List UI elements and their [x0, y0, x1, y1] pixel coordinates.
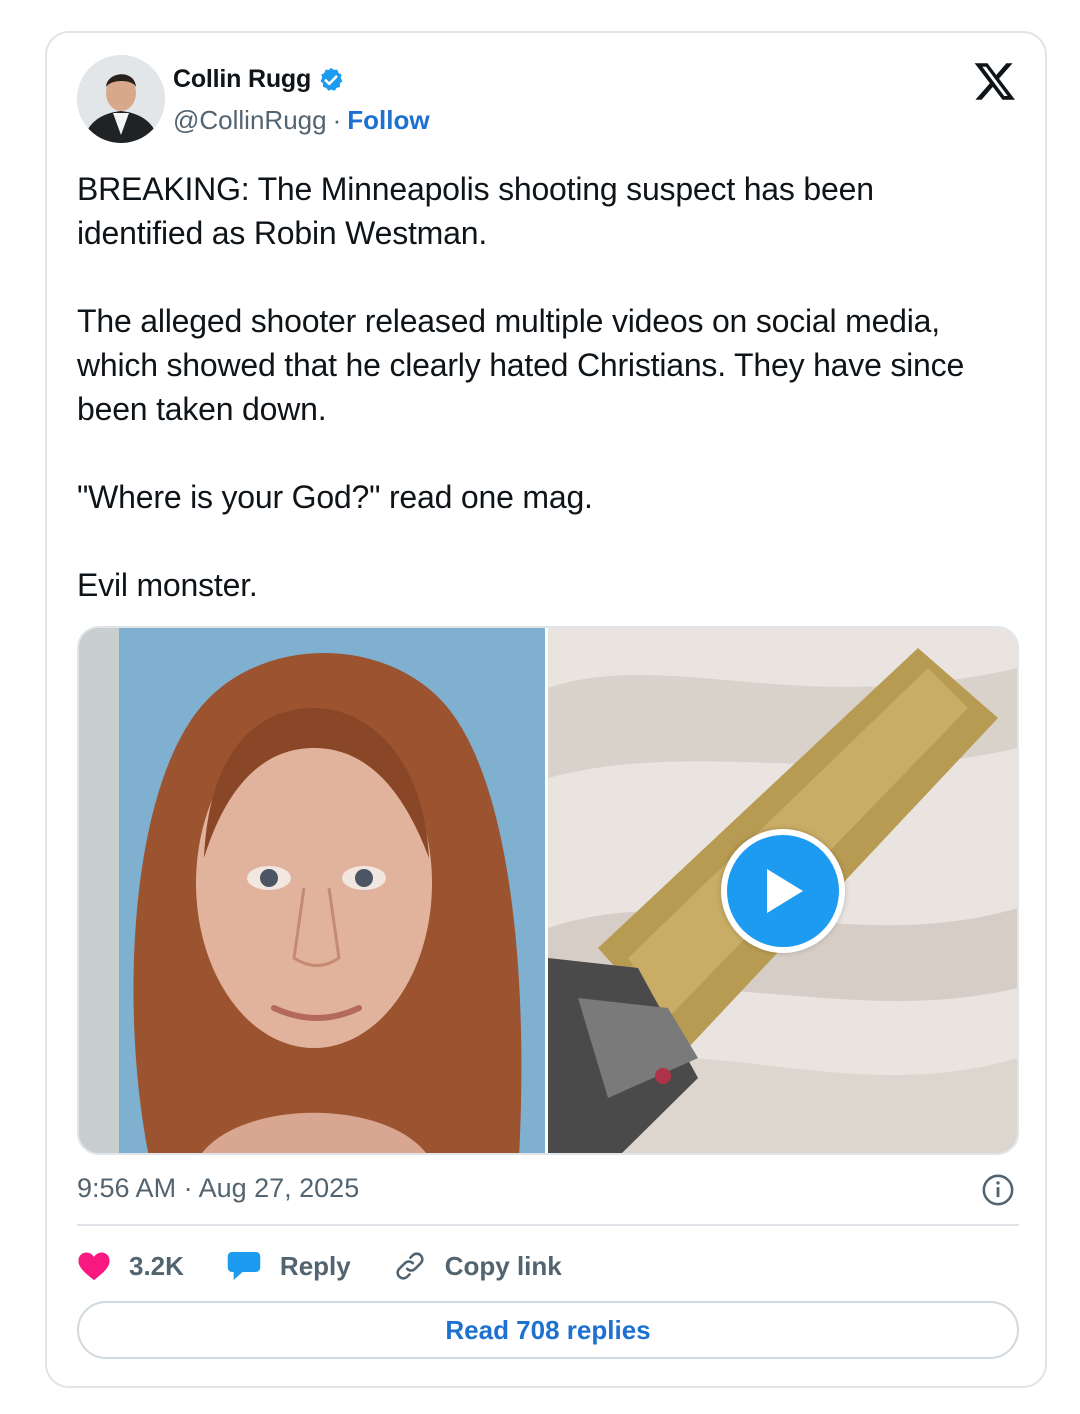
media-video[interactable]: [548, 628, 1017, 1153]
tweet-paragraph: The alleged shooter released multiple vi…: [77, 303, 973, 427]
timestamp-link[interactable]: 9:56 AM · Aug 27, 2025: [77, 1173, 359, 1203]
tweet-text: BREAKING: The Minneapolis shooting suspe…: [77, 167, 1007, 607]
heart-icon: [78, 1252, 110, 1281]
reply-label: Reply: [279, 1250, 351, 1281]
play-icon: [767, 869, 803, 913]
media-grid: [77, 626, 1019, 1155]
tweet-header: Collin Rugg @CollinRugg · Follow: [77, 55, 1017, 145]
name-row: Collin Rugg: [173, 65, 345, 94]
handle-row: @CollinRugg · Follow: [173, 105, 430, 136]
action-bar: 3.2K Reply Copy link: [77, 1241, 604, 1291]
x-logo-icon[interactable]: [973, 59, 1017, 103]
read-replies-button[interactable]: Read 708 replies: [77, 1301, 1019, 1359]
avatar[interactable]: [77, 55, 165, 143]
tweet-card: Collin Rugg @CollinRugg · Follow BREAKIN…: [45, 31, 1047, 1388]
tweet-paragraph: BREAKING: The Minneapolis shooting suspe…: [77, 171, 883, 251]
follow-link[interactable]: Follow: [347, 105, 429, 136]
handle-separator: ·: [332, 105, 342, 135]
verified-badge-icon: [317, 66, 345, 94]
like-button[interactable]: 3.2K: [77, 1250, 184, 1282]
reply-button[interactable]: Reply: [226, 1249, 351, 1283]
copy-link-button[interactable]: Copy link: [393, 1249, 562, 1283]
copy-link-label: Copy link: [444, 1250, 562, 1281]
like-count: 3.2K: [129, 1250, 184, 1281]
link-icon: [396, 1252, 424, 1280]
author-handle[interactable]: @CollinRugg: [173, 105, 327, 136]
reply-bubble-icon: [227, 1251, 261, 1281]
author-name[interactable]: Collin Rugg: [173, 65, 311, 94]
tweet-paragraph: Evil monster.: [77, 567, 258, 603]
divider: [77, 1224, 1019, 1226]
tweet-meta: 9:56 AM · Aug 27, 2025: [77, 1173, 1019, 1209]
info-icon[interactable]: [981, 1173, 1015, 1207]
media-photo[interactable]: [79, 628, 548, 1153]
tweet-paragraph: "Where is your God?" read one mag.: [77, 479, 593, 515]
play-button[interactable]: [721, 829, 845, 953]
